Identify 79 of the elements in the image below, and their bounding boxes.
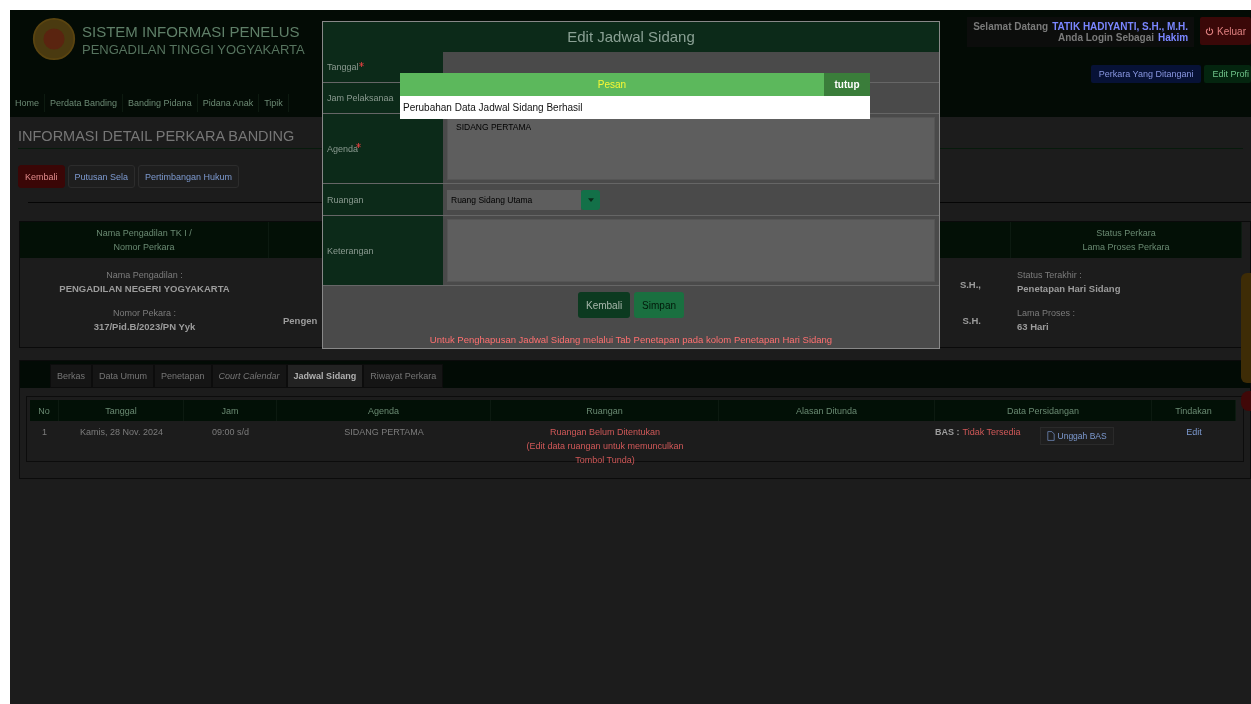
required-icon [356,143,361,148]
column-header: Ruangan [491,400,719,421]
nav-link[interactable]: Home [10,94,45,112]
nav-link[interactable]: Perdata Banding [45,94,124,112]
close-button[interactable]: tutup [824,73,870,96]
chat-pill[interactable] [1241,391,1251,411]
info-label: Status Terakhir : [1017,269,1083,282]
message-title: Pesan [596,78,628,92]
dropdown-button[interactable] [581,189,600,210]
bas-label: BAS : [935,426,960,439]
field-label: Tanggal [323,52,443,82]
required-icon [359,61,364,67]
table-cell-text: 1 [41,426,48,439]
column-header: Status Perkara [1096,227,1156,240]
user-role: Hakim [1158,32,1189,43]
site-title: SISTEM INFORMASI PENELUS [82,22,301,42]
action-button[interactable]: Kembali [18,165,65,188]
document-icon [1046,431,1055,441]
field-label: Keterangan [323,216,443,285]
edit-link[interactable]: Edit [1186,427,1202,437]
info-value: PENGADILAN NEGERI YOGYAKARTA [59,282,230,296]
table-cell-text: 09:00 s/d [211,426,250,439]
table-cell-text: Kamis, 28 Nov. 2024 [79,426,164,439]
field-label: Agenda [323,114,443,183]
tab[interactable]: Data Umum [92,364,155,388]
tab[interactable]: Riwayat Perkara [363,364,444,388]
column-header: Agenda [277,400,491,421]
court-emblem-icon [32,17,76,61]
bas-status: Tidak Tersedia [962,426,1021,439]
info-value: 63 Hari [1017,320,1050,334]
column-header: Nama Pengadilan TK I / [96,227,192,240]
room-warning-text: Tombol Tunda) [575,454,635,467]
dialog-button[interactable]: Kembali [577,292,631,318]
dialog-title: Edit Jadwal Sidang [323,22,939,52]
tab[interactable]: Court Calendar [211,364,287,388]
room-warning-text: (Edit data ruangan untuk memunculkan [526,440,684,453]
nav-link[interactable]: Banding Pidana [123,94,198,112]
power-icon [1205,26,1215,36]
dialog-button[interactable]: Simpan [634,292,684,318]
tab[interactable]: Berkas [50,364,92,388]
message-text: Perubahan Data Jadwal Sidang Berhasil [400,96,870,119]
column-header: No [30,400,59,421]
column-header: Tindakan [1152,400,1236,421]
deletion-note: Untuk Penghapusan Jadwal Sidang melalui Tab Penetapan pada kolom Penetapan Hari Sidang [428,334,834,345]
info-value: Pengen [283,314,318,328]
info-value: Penetapan Hari Sidang [1017,282,1122,296]
table-cell-text: SIDANG PERTAMA [343,426,425,439]
logout-button[interactable]: Keluar [1200,17,1251,45]
room-warning-text: Ruangan Belum Ditentukan [549,426,661,439]
nav-link[interactable]: Pidana Anak [197,94,260,112]
info-value: S.H., [959,278,981,292]
action-button[interactable]: Pertimbangan Hukum [138,165,240,188]
side-panel-tab[interactable] [1241,273,1251,383]
info-value: 317/Pid.B/2023/PN Yyk [93,320,196,334]
column-header: Lama Proses Perkara [1082,241,1170,254]
edit-profile-button[interactable]: Edit Profi [1204,65,1251,83]
page-title: INFORMASI DETAIL PERKARA BANDING [18,128,295,144]
info-value: S.H. [962,314,981,328]
column-header: Nomor Perkara [113,241,175,254]
cases-button[interactable]: Perkara Yang Ditangani [1090,65,1202,83]
text-area[interactable]: SIDANG PERTAMA [447,117,935,180]
nav-link[interactable]: Tipik [259,94,289,112]
column-header: Data Persidangan [935,400,1152,421]
column-header: Jam [184,400,277,421]
column-header: Tanggal [59,400,184,421]
tab[interactable]: Jadwal Sidang [286,364,364,388]
user-name: TATIK HADIYANTI, S.H., M.H. [1052,21,1189,32]
tab[interactable]: Penetapan [154,364,212,388]
upload-bas-button[interactable]: Unggah BAS [1039,427,1114,445]
info-label: Nama Pengadilan : [106,269,183,282]
info-label: Nomor Pekara : [113,307,176,320]
welcome-label: Selamat Datang [973,21,1049,32]
info-label: Lama Proses : [1017,307,1077,320]
site-subtitle: PENGADILAN TINGGI YOGYAKARTA [82,42,305,57]
field-label: Ruangan [323,184,443,215]
role-label: Anda Login Sebagai [1057,32,1155,43]
column-header: Alasan Ditunda [719,400,935,421]
room-select[interactable]: Ruang Sidang Utama [447,189,581,210]
action-button[interactable]: Putusan Sela [67,165,136,188]
